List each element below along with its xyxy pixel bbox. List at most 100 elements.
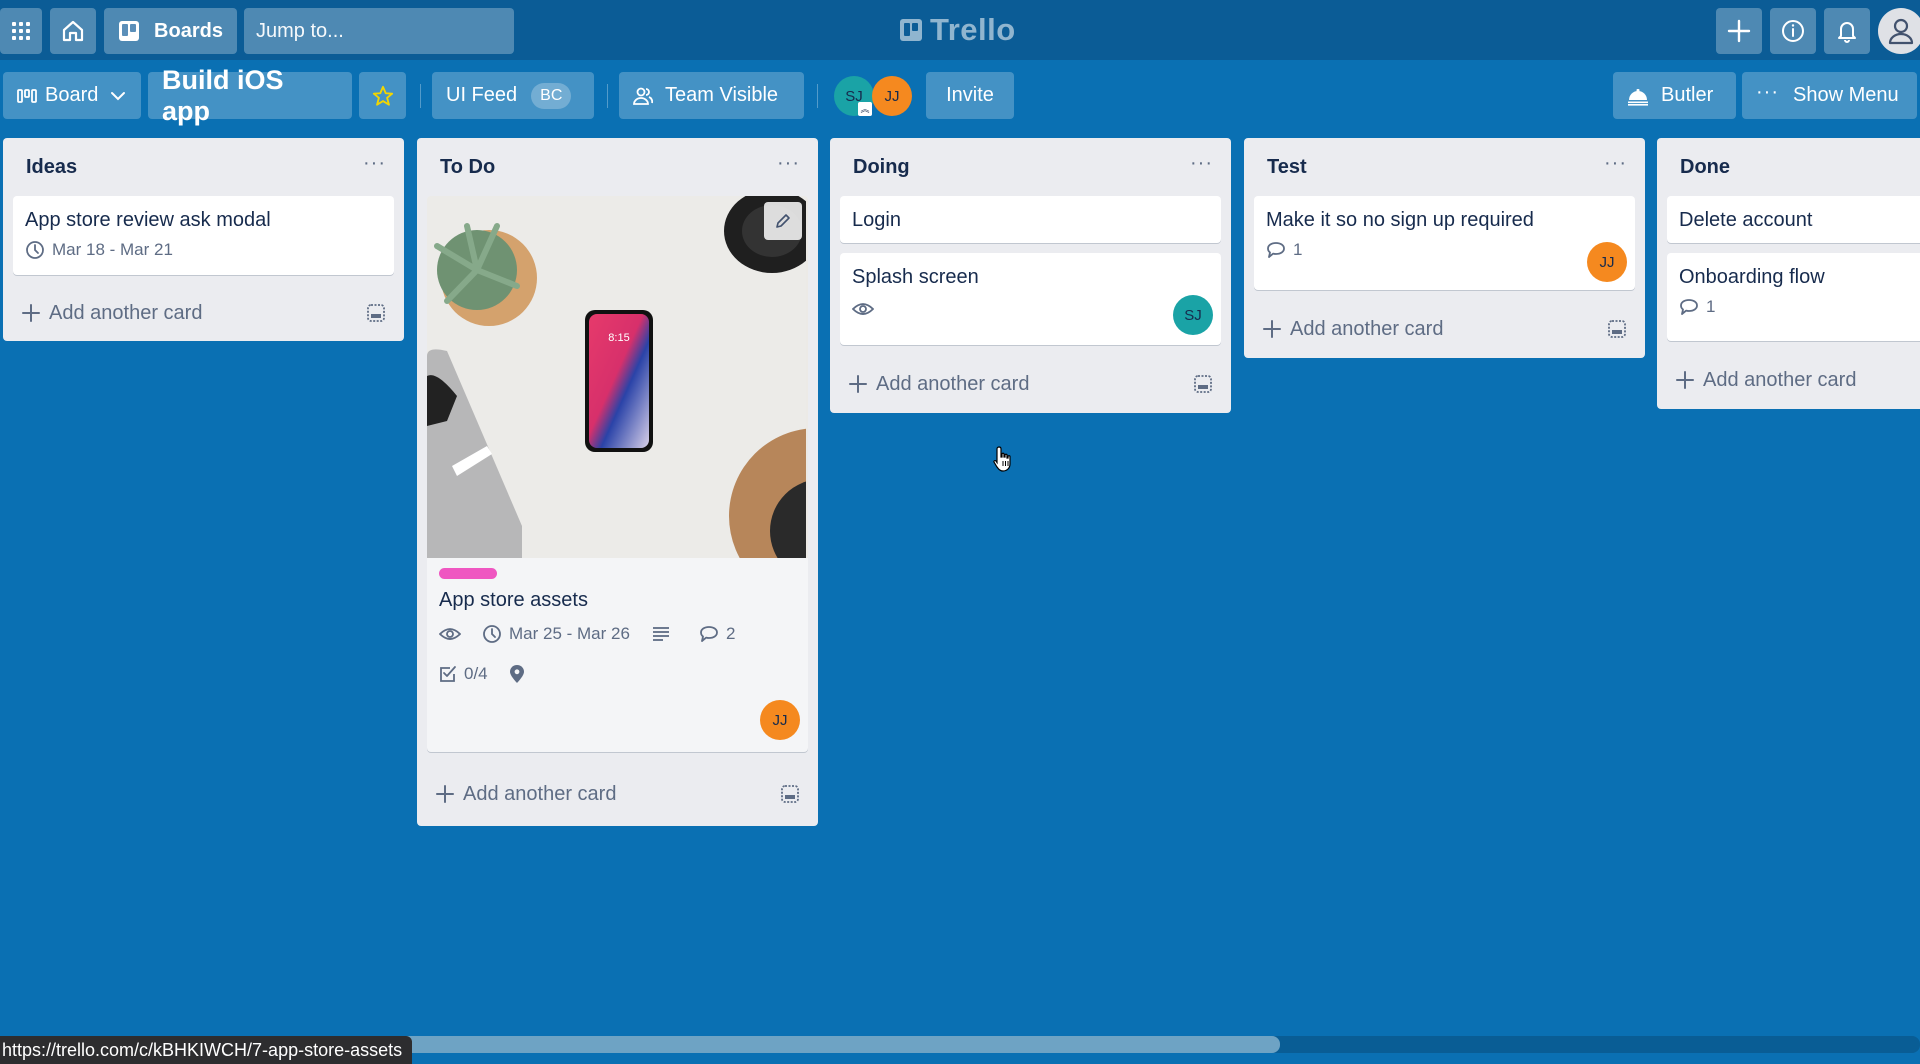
checklist-icon — [440, 666, 456, 682]
eye-icon — [852, 303, 874, 315]
template-icon[interactable] — [780, 784, 800, 804]
member-initials: JJ — [884, 87, 900, 105]
card-title: Make it so no sign up required — [1266, 209, 1534, 231]
comments-badge: 1 — [1266, 235, 1302, 265]
card[interactable]: Make it so no sign up required 1 JJ — [1254, 196, 1635, 290]
horizontal-scrollbar-thumb[interactable] — [316, 1036, 1280, 1053]
show-menu-button[interactable]: ··· Show Menu — [1742, 72, 1917, 119]
hand-cursor-icon — [993, 446, 1011, 472]
list-title[interactable]: Test — [1267, 156, 1307, 179]
member-avatar-jj[interactable]: JJ — [872, 76, 912, 116]
template-icon[interactable] — [1193, 374, 1213, 394]
list-title[interactable]: Ideas — [26, 156, 77, 179]
notifications-button[interactable] — [1824, 8, 1870, 54]
team-badge: BC — [531, 82, 572, 109]
card-member-avatar[interactable]: JJ — [1587, 242, 1627, 282]
team-button[interactable]: UI Feed BC — [432, 72, 594, 119]
list-title[interactable]: Done — [1680, 156, 1730, 179]
boards-icon — [119, 21, 140, 41]
apps-button[interactable] — [0, 8, 42, 54]
location-badge — [509, 659, 531, 689]
card[interactable]: 8:15 App store assets Mar 25 - Mar 26 2 … — [427, 196, 808, 752]
board-view-switcher[interactable]: Board — [3, 72, 141, 119]
add-card-button[interactable]: Add another card — [1657, 351, 1920, 409]
invite-button[interactable]: Invite — [926, 72, 1014, 119]
trello-logo-text: Trello — [930, 12, 1016, 47]
profile-avatar[interactable] — [1878, 8, 1920, 54]
top-navigation: Boards Trello — [0, 0, 1920, 60]
watching-badge — [439, 619, 468, 649]
card[interactable]: Login — [840, 196, 1221, 243]
member-initials: SJ — [1184, 306, 1202, 324]
list-menu-icon[interactable]: ··· — [1604, 153, 1627, 176]
card-title: Delete account — [1679, 209, 1813, 231]
card-label[interactable] — [439, 568, 497, 579]
list-done: Done ··· Delete account Onboarding flow … — [1657, 138, 1920, 409]
add-card-button[interactable]: Add another card — [830, 355, 1231, 413]
user-icon — [1888, 18, 1914, 45]
list-title[interactable]: Doing — [853, 156, 910, 179]
list-title[interactable]: To Do — [440, 156, 495, 179]
bell-icon — [1838, 22, 1856, 43]
more-icon: ··· — [1756, 81, 1779, 103]
description-badge — [652, 619, 677, 649]
comments-badge: 2 — [699, 619, 735, 649]
header-divider — [817, 84, 818, 108]
team-icon — [633, 87, 653, 105]
grid-icon — [12, 22, 30, 40]
clock-icon — [483, 625, 501, 643]
comments-badge: 1 — [1679, 292, 1715, 322]
admin-chevron-icon: ︽ — [858, 102, 872, 116]
board-title-button[interactable]: Build iOS app — [148, 65, 352, 126]
search-input[interactable] — [256, 19, 521, 43]
boards-button[interactable]: Boards — [104, 8, 237, 54]
trello-logo-icon — [900, 19, 922, 41]
card-member-avatar[interactable]: JJ — [760, 700, 800, 740]
location-pin-icon — [509, 665, 524, 683]
card-member-avatar[interactable]: SJ — [1173, 295, 1213, 335]
due-date: Mar 25 - Mar 26 — [509, 624, 630, 643]
list-menu-icon[interactable]: ··· — [1190, 153, 1213, 176]
card[interactable]: Onboarding flow 1 — [1667, 253, 1920, 341]
comment-icon — [1680, 299, 1698, 315]
home-icon — [62, 20, 84, 42]
search-box[interactable] — [244, 8, 521, 54]
header-divider — [607, 84, 608, 108]
comment-icon — [700, 626, 718, 642]
add-card-button[interactable]: Add another card — [1244, 300, 1645, 358]
chevron-down-icon — [111, 91, 126, 100]
list-ideas: Ideas ··· App store review ask modal Mar… — [3, 138, 404, 341]
butler-button[interactable]: Butler — [1613, 72, 1736, 119]
card-cover-image: 8:15 — [427, 196, 808, 558]
plus-icon — [1263, 320, 1281, 338]
list-menu-icon[interactable]: ··· — [777, 153, 800, 176]
template-icon[interactable] — [1607, 319, 1627, 339]
board-view-icon — [17, 88, 37, 103]
card[interactable]: Splash screen SJ — [840, 253, 1221, 345]
star-button[interactable] — [359, 72, 406, 119]
card[interactable]: Delete account — [1667, 196, 1920, 243]
plus-icon — [1676, 371, 1694, 389]
due-date-badge: Mar 25 - Mar 26 — [482, 619, 630, 649]
edit-card-button[interactable] — [764, 202, 802, 240]
add-card-button[interactable]: Add another card — [417, 762, 818, 826]
create-button[interactable] — [1716, 8, 1762, 54]
member-avatar-sj[interactable]: SJ ︽ — [834, 76, 874, 116]
visibility-button[interactable]: Team Visible — [619, 72, 804, 119]
trello-logo[interactable]: Trello — [900, 10, 1016, 50]
info-icon — [1782, 20, 1804, 42]
template-icon[interactable] — [366, 303, 386, 323]
card[interactable]: App store review ask modal Mar 18 - Mar … — [13, 196, 394, 275]
due-date-badge: Mar 18 - Mar 21 — [25, 235, 173, 265]
visibility-label: Team Visible — [665, 84, 779, 106]
info-button[interactable] — [1770, 8, 1816, 54]
member-initials: JJ — [1599, 253, 1615, 271]
add-card-button[interactable]: Add another card — [3, 285, 404, 341]
boards-label: Boards — [154, 19, 223, 42]
eye-icon — [439, 628, 461, 640]
plus-icon — [1727, 19, 1751, 43]
home-button[interactable] — [50, 8, 96, 54]
card-title: Onboarding flow — [1679, 266, 1825, 288]
list-menu-icon[interactable]: ··· — [363, 153, 386, 176]
member-initials: JJ — [772, 711, 788, 729]
